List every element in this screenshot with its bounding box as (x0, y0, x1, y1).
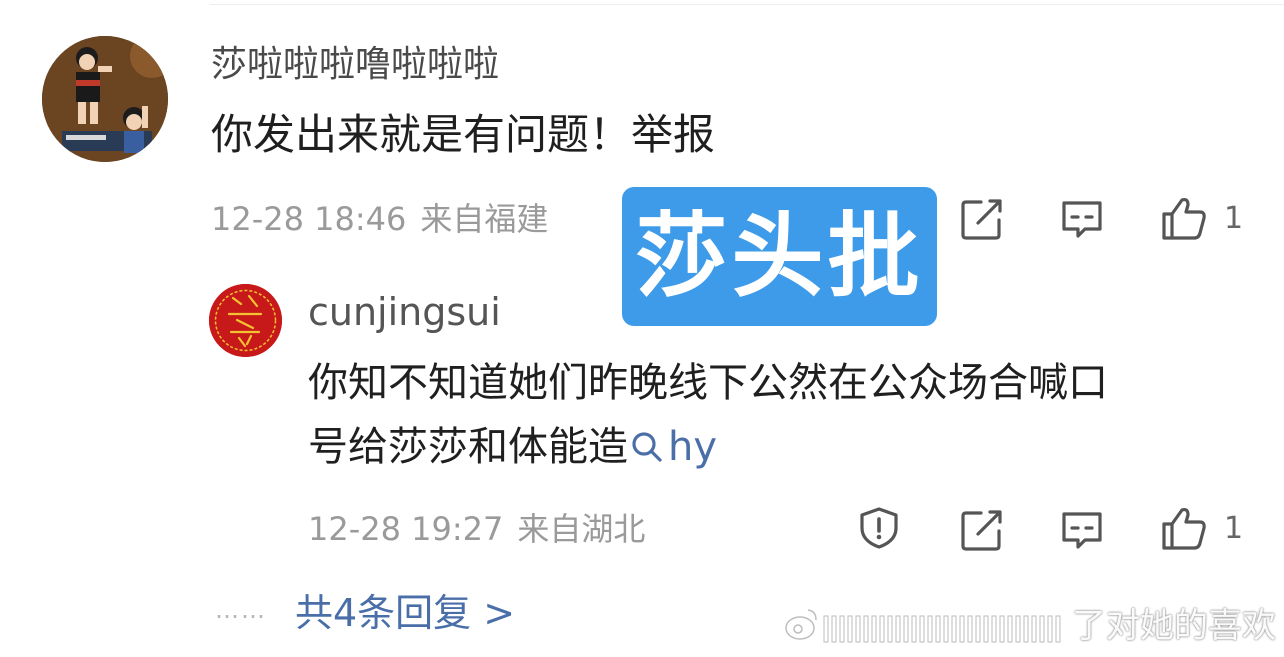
comment-text: 你发出来就是有问题！举报 (211, 110, 716, 159)
top-divider (210, 4, 1284, 5)
reply-text-line1: 你知不知道她们昨晚线下公然在公众场合喊口 (308, 360, 1108, 406)
avatar-main-commenter[interactable] (42, 36, 168, 162)
comment-date: 12-28 18:46 (211, 200, 407, 238)
more-replies-dots: …… (215, 596, 267, 624)
reply-date: 12-28 19:27 (308, 510, 504, 548)
avatar-image (42, 36, 168, 162)
comment-location: 来自福建 (420, 200, 549, 238)
comment-meta: 12-28 18:46 来自福建 (211, 199, 548, 239)
report-icon[interactable] (856, 505, 902, 551)
more-replies-label[interactable]: 共4条回复 > (295, 591, 515, 635)
reply-text-line2: 号给莎莎和体能造 hy (308, 420, 717, 474)
search-link-text[interactable]: hy (668, 424, 717, 470)
commenter-username[interactable]: 莎啦啦啦噜啦啦啦 (211, 42, 499, 88)
search-icon (632, 432, 662, 462)
more-replies-link[interactable]: …… 共4条回复 > (215, 589, 515, 637)
comment-icon[interactable] (1059, 507, 1105, 553)
like-count: 1 (1224, 511, 1244, 546)
sticker-label: 莎头批 (622, 187, 937, 326)
like-count: 1 (1224, 201, 1244, 236)
avatar-reply-commenter[interactable] (209, 284, 282, 357)
sticker-text: 莎头批 (635, 202, 924, 310)
comment-icon[interactable] (1059, 196, 1105, 242)
like-icon[interactable] (1160, 504, 1206, 550)
like-icon[interactable] (1160, 194, 1206, 240)
weibo-logo-icon (785, 609, 817, 640)
search-link[interactable]: hy (628, 424, 717, 470)
watermark-text: 了对她的喜欢 (1072, 606, 1276, 646)
avatar-image (209, 284, 282, 357)
reply-location: 来自湖北 (517, 510, 646, 548)
reply-meta: 12-28 19:27 来自湖北 (308, 509, 645, 549)
reply-username[interactable]: cunjingsui (308, 288, 501, 336)
share-icon[interactable] (959, 196, 1005, 242)
reply-text-line2-body: 号给莎莎和体能造 (308, 424, 628, 470)
share-icon[interactable] (959, 507, 1005, 553)
